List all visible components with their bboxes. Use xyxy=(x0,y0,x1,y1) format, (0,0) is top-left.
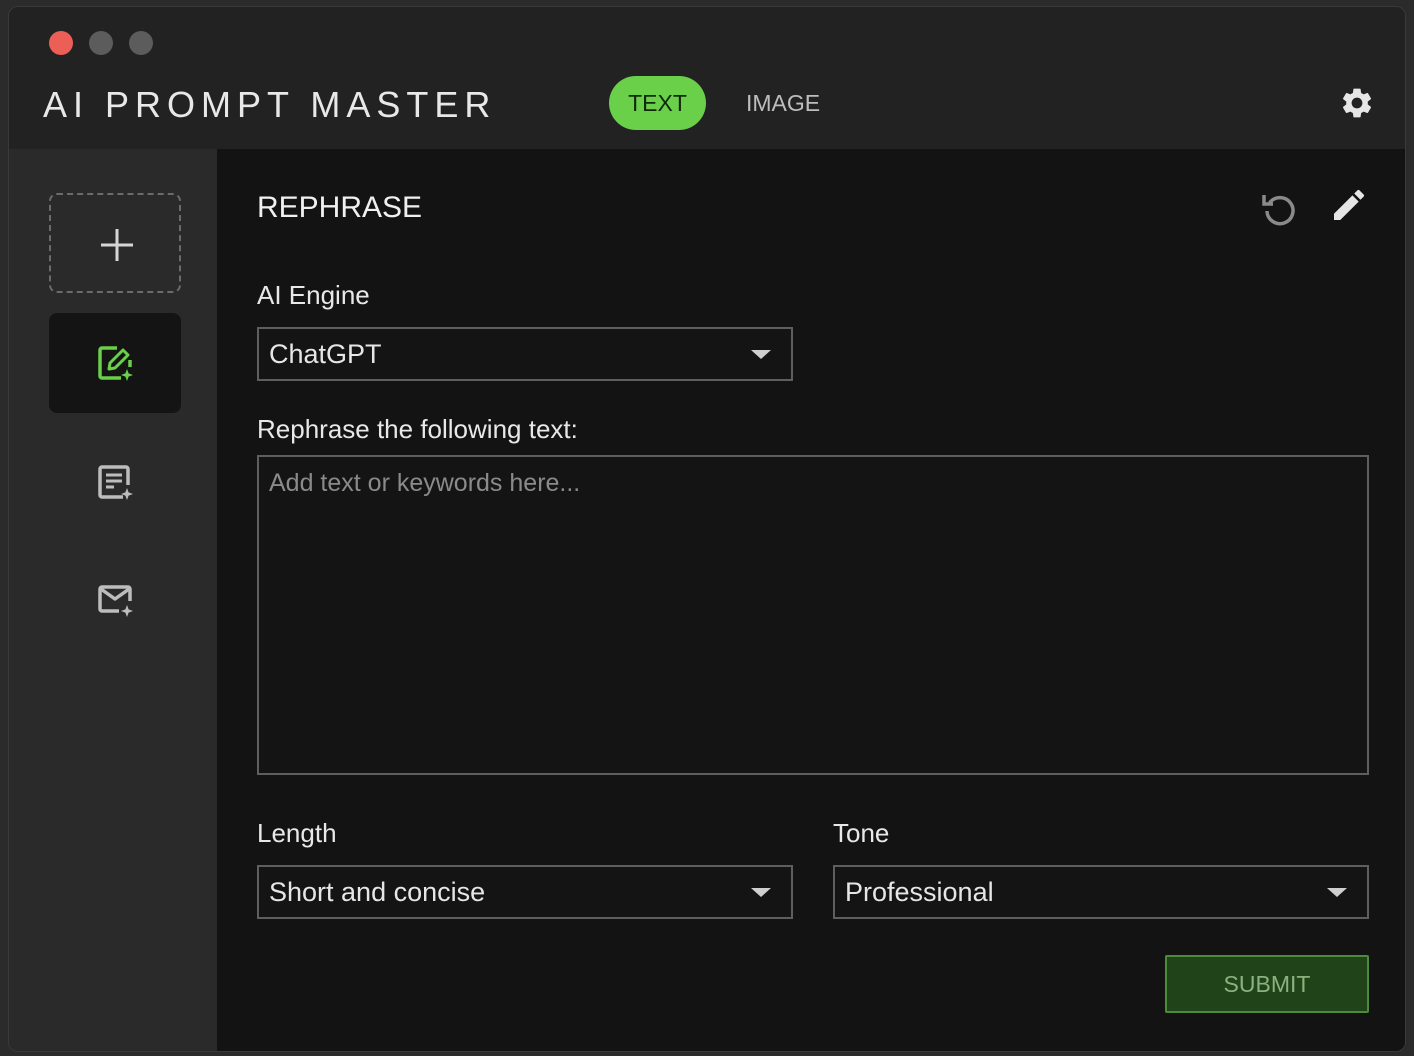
title-bar: AI PROMPT MASTER TEXT IMAGE xyxy=(9,7,1405,149)
window-close-button[interactable] xyxy=(49,31,73,55)
mail-sparkle-icon xyxy=(98,585,133,617)
engine-select-value: ChatGPT xyxy=(269,339,382,369)
plus-icon xyxy=(101,229,133,261)
tone-select[interactable]: Professional xyxy=(833,865,1369,919)
sidebar-item-document[interactable] xyxy=(49,433,181,533)
edit-sparkle-icon xyxy=(98,346,133,381)
tone-label: Tone xyxy=(833,818,890,848)
add-prompt-button[interactable] xyxy=(49,193,181,293)
page-title: REPHRASE xyxy=(257,191,423,224)
sidebar-item-mail[interactable] xyxy=(49,551,181,651)
length-label: Length xyxy=(257,818,337,848)
settings-button[interactable] xyxy=(1339,85,1375,121)
length-select-value: Short and concise xyxy=(269,877,486,907)
engine-label: AI Engine xyxy=(257,280,370,310)
prompt-textarea[interactable] xyxy=(257,455,1369,775)
tone-select-value: Professional xyxy=(845,877,994,907)
chevron-down-icon xyxy=(751,888,771,897)
app-title: AI PROMPT MASTER xyxy=(43,84,497,125)
submit-button[interactable]: SUBMIT xyxy=(1165,955,1369,1013)
tab-image[interactable]: IMAGE xyxy=(731,76,835,130)
reset-button[interactable] xyxy=(1259,189,1299,229)
window-minimize-button[interactable] xyxy=(89,31,113,55)
edit-button[interactable] xyxy=(1329,185,1369,225)
document-sparkle-icon xyxy=(98,465,133,500)
gear-icon xyxy=(1342,88,1372,118)
chevron-down-icon xyxy=(1327,888,1347,897)
reset-icon xyxy=(1262,195,1295,226)
tab-text[interactable]: TEXT xyxy=(609,76,706,130)
engine-select[interactable]: ChatGPT xyxy=(257,327,793,381)
length-select[interactable]: Short and concise xyxy=(257,865,793,919)
window-maximize-button[interactable] xyxy=(129,31,153,55)
pencil-icon xyxy=(1334,189,1365,220)
sidebar-item-rephrase[interactable] xyxy=(49,313,181,413)
app-window: AI PROMPT MASTER TEXT IMAGE REPHRASE AI … xyxy=(8,6,1406,1052)
main-panel: REPHRASE AI Engine ChatGPT Rephrase the … xyxy=(217,149,1405,1051)
prompt-label: Rephrase the following text: xyxy=(257,414,578,444)
sidebar xyxy=(9,149,217,1051)
chevron-down-icon xyxy=(751,350,771,359)
